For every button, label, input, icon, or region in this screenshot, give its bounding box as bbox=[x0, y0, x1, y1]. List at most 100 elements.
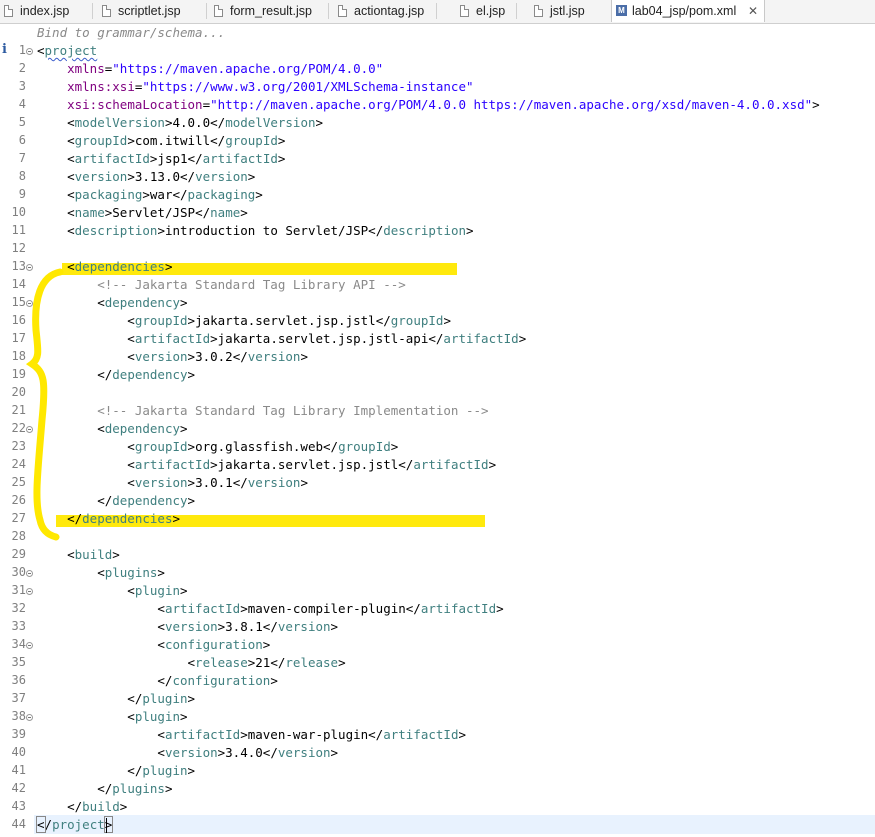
tab-actiontag-jsp[interactable]: actiontag.jsp bbox=[334, 0, 442, 22]
line-number: 41 bbox=[11, 763, 26, 777]
tab-form-result-jsp[interactable]: form_result.jsp bbox=[210, 0, 335, 22]
line-number: 11 bbox=[11, 223, 26, 237]
code-line-22: <dependency> bbox=[37, 421, 188, 436]
file-icon bbox=[214, 5, 223, 17]
line-number: 35 bbox=[11, 655, 26, 669]
tab-separator bbox=[206, 3, 207, 19]
tab-label: form_result.jsp bbox=[230, 4, 312, 18]
code-line-17: <artifactId>jakarta.servlet.jsp.jstl-api… bbox=[37, 331, 527, 346]
tab-pom-xml[interactable]: M lab04_jsp/pom.xml ✕ bbox=[611, 0, 765, 22]
code-line-34: <configuration> bbox=[37, 637, 271, 652]
code-line-44: </project> bbox=[36, 816, 114, 833]
close-icon[interactable]: ✕ bbox=[748, 0, 758, 22]
fold-toggle-icon[interactable] bbox=[26, 48, 33, 55]
code-line-13: <dependencies> bbox=[37, 259, 173, 274]
code-line-43: </build> bbox=[37, 799, 128, 814]
line-number: 22 bbox=[11, 421, 26, 435]
code-line-42: </plugins> bbox=[37, 781, 173, 796]
line-number: 17 bbox=[11, 331, 26, 345]
line-number: 2 bbox=[18, 61, 26, 75]
code-line-23: <groupId>org.glassfish.web</groupId> bbox=[37, 439, 399, 454]
code-line-31: <plugin> bbox=[37, 583, 188, 598]
line-number: 37 bbox=[11, 691, 26, 705]
code-line-37: </plugin> bbox=[37, 691, 196, 706]
line-number: 36 bbox=[11, 673, 26, 687]
code-line-2: xmlns="https://maven.apache.org/POM/4.0.… bbox=[67, 61, 384, 76]
file-icon bbox=[102, 5, 111, 17]
line-number: 5 bbox=[18, 115, 26, 129]
code-line-21: <!-- Jakarta Standard Tag Library Implem… bbox=[97, 403, 489, 418]
fold-toggle-icon[interactable] bbox=[26, 264, 33, 271]
tab-label: scriptlet.jsp bbox=[118, 4, 181, 18]
line-number: 3 bbox=[18, 79, 26, 93]
code-line-10: <name>Servlet/JSP</name> bbox=[37, 205, 248, 220]
line-number: 12 bbox=[11, 241, 26, 255]
fold-toggle-icon[interactable] bbox=[26, 642, 33, 649]
line-number: 34 bbox=[11, 637, 26, 651]
code-line-5: <modelVersion>4.0.0</modelVersion> bbox=[37, 115, 324, 130]
tab-separator bbox=[92, 3, 93, 19]
line-number: 24 bbox=[11, 457, 26, 471]
code-line-4: xsi:schemaLocation="http://maven.apache.… bbox=[67, 97, 820, 112]
line-number: 30 bbox=[11, 565, 26, 579]
line-number: 27 bbox=[11, 511, 26, 525]
line-number: 6 bbox=[18, 133, 26, 147]
code-line-39: <artifactId>maven-war-plugin</artifactId… bbox=[37, 727, 467, 742]
tab-label: lab04_jsp/pom.xml bbox=[632, 4, 737, 18]
line-number: 21 bbox=[11, 403, 26, 417]
code-line-40: <version>3.4.0</version> bbox=[37, 745, 339, 760]
code-line-7: <artifactId>jsp1</artifactId> bbox=[37, 151, 286, 166]
code-line-18: <version>3.0.2</version> bbox=[37, 349, 308, 364]
line-number: 28 bbox=[11, 529, 26, 543]
line-number: 4 bbox=[18, 97, 26, 111]
code-line-27: </dependencies> bbox=[37, 511, 180, 526]
line-number: 10 bbox=[11, 205, 26, 219]
tab-label: el.jsp bbox=[476, 4, 506, 18]
code-line-19: </dependency> bbox=[37, 367, 196, 382]
tab-index-jsp[interactable]: index.jsp bbox=[0, 0, 92, 22]
tab-separator bbox=[328, 3, 329, 19]
line-number: 13 bbox=[11, 259, 26, 273]
tab-label: index.jsp bbox=[20, 4, 70, 18]
file-icon bbox=[338, 5, 347, 17]
fold-toggle-icon[interactable] bbox=[26, 570, 33, 577]
code-line-16: <groupId>jakarta.servlet.jsp.jstl</group… bbox=[37, 313, 451, 328]
line-number: 15 bbox=[11, 295, 26, 309]
line-number: 18 bbox=[11, 349, 26, 363]
tab-label: jstl.jsp bbox=[550, 4, 585, 18]
tab-separator bbox=[436, 3, 437, 19]
line-number: 7 bbox=[18, 151, 26, 165]
maven-file-icon: M bbox=[616, 5, 627, 16]
tab-separator bbox=[516, 3, 517, 19]
line-number: 8 bbox=[18, 169, 26, 183]
bind-to-grammar-hint[interactable]: Bind to grammar/schema... bbox=[37, 24, 225, 42]
code-line-25: <version>3.0.1</version> bbox=[37, 475, 308, 490]
line-number: 9 bbox=[18, 187, 26, 201]
line-number: 29 bbox=[11, 547, 26, 561]
line-number: 1 bbox=[18, 43, 26, 57]
code-line-33: <version>3.8.1</version> bbox=[37, 619, 339, 634]
code-line-26: </dependency> bbox=[37, 493, 196, 508]
tab-label: actiontag.jsp bbox=[354, 4, 425, 18]
code-line-15: <dependency> bbox=[37, 295, 188, 310]
line-number: 23 bbox=[11, 439, 26, 453]
code-line-36: </configuration> bbox=[37, 673, 278, 688]
code-line-6: <groupId>com.itwill</groupId> bbox=[37, 133, 286, 148]
fold-toggle-icon[interactable] bbox=[26, 300, 33, 307]
line-number: 14 bbox=[11, 277, 26, 291]
tab-scriptlet-jsp[interactable]: scriptlet.jsp bbox=[98, 0, 200, 22]
code-line-24: <artifactId>jakarta.servlet.jsp.jstl</ar… bbox=[37, 457, 497, 472]
tab-jstl-jsp[interactable]: jstl.jsp bbox=[530, 0, 610, 22]
code-line-11: <description>introduction to Servlet/JSP… bbox=[37, 223, 474, 238]
code-line-9: <packaging>war</packaging> bbox=[37, 187, 263, 202]
editor-tab-bar: index.jsp scriptlet.jsp form_result.jsp … bbox=[0, 0, 875, 24]
code-line-29: <build> bbox=[37, 547, 120, 562]
fold-toggle-icon[interactable] bbox=[26, 714, 33, 721]
line-number: 26 bbox=[11, 493, 26, 507]
line-number: 32 bbox=[11, 601, 26, 615]
fold-toggle-icon[interactable] bbox=[26, 426, 33, 433]
line-number: 40 bbox=[11, 745, 26, 759]
line-number: 25 bbox=[11, 475, 26, 489]
code-line-3: xmlns:xsi="https://www.w3.org/2001/XMLSc… bbox=[67, 79, 474, 94]
fold-toggle-icon[interactable] bbox=[26, 588, 33, 595]
